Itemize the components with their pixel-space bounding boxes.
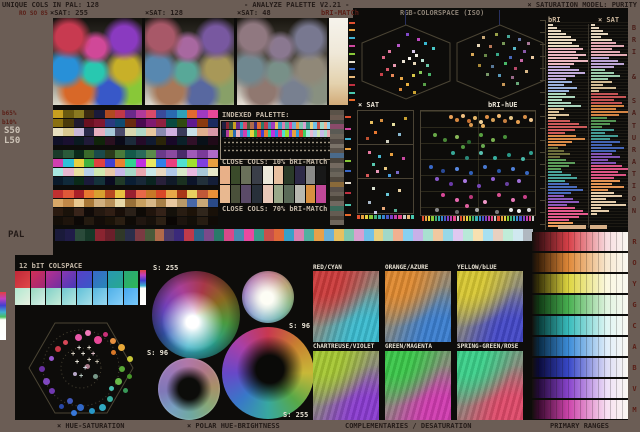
- primary-ranges-letters: ROYGCABVM: [632, 237, 637, 414]
- rgb-cube-right: [455, 24, 545, 100]
- hist-base-bar-left: [558, 225, 586, 229]
- bri-match-strip: [329, 18, 348, 105]
- footer-complementaries-caption: COMPLEMENTARIES / DESATURATION: [345, 422, 472, 430]
- comp-label-3: ChARTREUSE/VIOLET: [313, 343, 375, 350]
- rgb-colorspace-caption: RGB-COLORSPACE (ISO): [400, 9, 485, 17]
- comp-panel-green-magenta: [385, 351, 451, 420]
- xsat-box-1: [357, 110, 414, 145]
- polar-label-b: S: 96: [289, 322, 311, 330]
- comp-panel-red-cyan: [313, 271, 379, 342]
- indexed-palette-caption: INDEXED PALETTE:: [222, 111, 290, 119]
- xsat-box-3: [357, 178, 414, 214]
- unique-cols-count: UNIQUE COLS IN PAL: 128: [2, 1, 99, 9]
- indexed-row-b: [222, 130, 334, 137]
- pal-strip: [55, 229, 533, 241]
- cube-axis-right: [499, 10, 500, 25]
- label-l50: L50: [4, 136, 21, 146]
- bri-match-caption: bRI-MATCh: [321, 9, 359, 17]
- label-s50: S50: [4, 126, 21, 136]
- xsat-box-2: [357, 144, 414, 179]
- indexed-empty-row: [222, 138, 334, 145]
- hist-base-bar-right: [590, 225, 607, 229]
- cube-outline: [456, 24, 544, 100]
- sat128-caption[interactable]: ×SAT: 128: [145, 9, 183, 17]
- app-title: - ANALYZE PALETTE V2.21 -: [244, 1, 350, 9]
- bri-hue-caption: bRI-hUE: [488, 101, 518, 109]
- cube-axis-left: [405, 10, 406, 25]
- sat255-caption[interactable]: ×SAT: 255: [50, 9, 88, 17]
- polar-circle-s255-light: [152, 271, 240, 359]
- polar-label-d: S: 255: [283, 411, 309, 419]
- footer-hue-saturation-toggle[interactable]: × HUE-SATURATION: [57, 422, 124, 430]
- close-cols-row-a: [220, 166, 326, 184]
- footer-primary-ranges-caption: PRIMARY RANGES: [550, 422, 610, 430]
- polar-label-c: S: 96: [147, 349, 169, 357]
- polar-circle-s96-dark: [158, 358, 220, 420]
- gradient-widget-right: [140, 270, 146, 305]
- hist-divider: [588, 24, 589, 228]
- sat48-caption[interactable]: ×SAT: 48: [237, 9, 271, 17]
- comp-label-2: YELLOW/bLUE: [457, 264, 497, 271]
- polar-circle-s96-light: [242, 271, 294, 323]
- gradient-widget-left: [0, 292, 6, 340]
- mode-flags[interactable]: RO SO 85: [19, 10, 48, 17]
- footer-polar-toggle[interactable]: × POLAR HUE-BRIGHTNESS: [187, 422, 280, 430]
- comp-label-4: GREEN/MAGENTA: [385, 343, 432, 350]
- rgb-top-canvas: [353, 8, 628, 18]
- sat255-field: [53, 18, 142, 105]
- bri-hue-panel: [420, 110, 536, 216]
- xsat-tick-strip: [357, 215, 414, 219]
- bri-hue-gridline: [478, 111, 479, 215]
- bri-histogram: [548, 24, 588, 228]
- xsat-scatter-caption[interactable]: × SAT: [358, 101, 379, 109]
- bri-match-ticks: [349, 18, 357, 105]
- comp-panel-orange-azure: [385, 271, 451, 342]
- comp-label-0: RED/CYAN: [313, 264, 342, 271]
- lu-match-ticks: [345, 110, 353, 225]
- primary-ranges-panel: [532, 232, 628, 421]
- polar-label-a: S: 255: [153, 264, 179, 272]
- comp-label-5: SPRING-GREEN/ROSE: [457, 343, 519, 350]
- close-cols-row-b: [220, 185, 326, 203]
- hue-saturation-crosses: + + + + + + + + + +: [71, 344, 100, 380]
- close-cols-70-caption: CLOSE COLS: 70% bRI-MATCh: [222, 205, 328, 213]
- analyze-palette-app: UNIQUE COLS IN PAL: 128 - ANALYZE PALETT…: [0, 0, 640, 432]
- sat128-field: [145, 18, 234, 105]
- indexed-palette-box: [220, 120, 336, 160]
- bri-saturation-side-caption: BRI & SATURATION: [631, 24, 637, 215]
- comp-panel-springgreen-rose: [457, 351, 523, 420]
- xsat-scatter-panel: [357, 110, 414, 214]
- bri-hue-tick-strip: [422, 216, 534, 221]
- comp-panel-yellow-blue: [457, 271, 523, 342]
- saturation-model-toggle[interactable]: × SATURATION MODEL: PURITY: [527, 1, 637, 9]
- sat-histogram: [591, 24, 628, 228]
- pal-caption: PAL: [8, 230, 25, 240]
- palette-bar-rows: [53, 110, 218, 226]
- colspace-strip: [15, 271, 139, 305]
- colspace-caption: 12 bIT COLSPACE: [19, 262, 83, 270]
- comp-label-1: ORANGE/AZURE: [385, 264, 429, 271]
- indexed-row-a: [222, 122, 334, 129]
- label-b65: b65%: [2, 110, 17, 117]
- rgb-cube-left: [360, 24, 452, 100]
- sat48-field: [237, 18, 327, 105]
- close-cols-10-caption: CLOSE COLS: 10% bRI-MATCh: [222, 158, 328, 166]
- lu-match-strip: [330, 110, 344, 225]
- label-b10: b10%: [2, 119, 17, 126]
- indexed-empty-row: [222, 146, 334, 153]
- comp-panel-chartreuse-violet: [313, 351, 379, 420]
- polar-circle-s255-dark: [222, 327, 314, 419]
